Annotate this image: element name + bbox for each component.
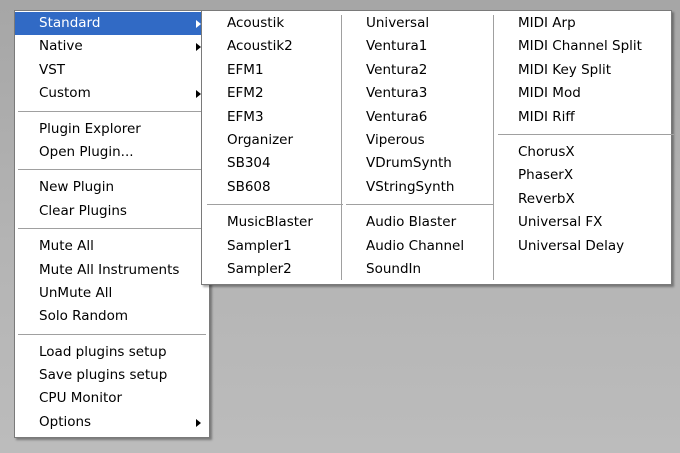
- menu-item-solo-random[interactable]: Solo Random: [15, 305, 209, 328]
- submenu-column-2: Universal Ventura1 Ventura2 Ventura3 Ventura…: [346, 12, 494, 281]
- menu-item-label: Standard: [39, 15, 101, 31]
- column-divider: [493, 15, 494, 280]
- menu-item-label: Options: [39, 413, 92, 430]
- menu-item-custom[interactable]: Custom: [15, 82, 209, 105]
- plugin-item-ventura1[interactable]: Ventura1: [366, 35, 488, 58]
- menu-item-label: UnMute All: [39, 284, 113, 301]
- menu-item-native[interactable]: Native: [15, 35, 209, 58]
- plugin-item-ventura2[interactable]: Ventura2: [366, 59, 488, 82]
- menu-item-standard[interactable]: Standard: [15, 12, 209, 36]
- plugin-item-audio-blaster[interactable]: Audio Blaster: [366, 211, 488, 234]
- plugin-item-midi-channel-split[interactable]: MIDI Channel Split: [518, 35, 668, 58]
- menu-item-clear-plugins[interactable]: Clear Plugins: [15, 200, 209, 223]
- menu-item-unmute-all[interactable]: UnMute All: [15, 282, 209, 305]
- menu-item-open-plugin[interactable]: Open Plugin...: [15, 141, 209, 164]
- menu-separator: [15, 164, 209, 176]
- menu-separator: [207, 199, 343, 211]
- plugin-item-ventura3[interactable]: Ventura3: [366, 82, 488, 105]
- menu-item-mute-all[interactable]: Mute All: [15, 235, 209, 258]
- menu-item-label: Open Plugin...: [39, 143, 134, 160]
- plugin-item-efm3[interactable]: EFM3: [227, 106, 337, 129]
- plugin-item-midi-riff[interactable]: MIDI Riff: [518, 106, 668, 129]
- menu-item-label: Plugin Explorer: [39, 120, 141, 137]
- plugin-item-ventura6[interactable]: Ventura6: [366, 106, 488, 129]
- plugin-item-sampler1[interactable]: Sampler1: [227, 235, 337, 258]
- standard-submenu: Acoustik Acoustik2 EFM1 EFM2 EFM3 Organizer SB…: [201, 10, 674, 285]
- menu-item-label: VST: [39, 61, 66, 78]
- menu-item-label: Native: [39, 38, 83, 55]
- menu-item-cpu-monitor[interactable]: CPU Monitor: [15, 387, 209, 410]
- menu-item-label: Solo Random: [39, 308, 129, 325]
- plugin-item-musicblaster[interactable]: MusicBlaster: [227, 211, 337, 234]
- plugin-item-vstringsynth[interactable]: VStringSynth: [366, 176, 488, 199]
- menu-item-mute-all-instruments[interactable]: Mute All Instruments: [15, 259, 209, 282]
- submenu-column-3: MIDI Arp MIDI Channel Split MIDI Key Split…: [498, 12, 674, 258]
- menu-item-label: Mute All Instruments: [39, 261, 180, 278]
- column-divider: [341, 15, 342, 280]
- menu-separator: [498, 129, 674, 141]
- plugin-item-universal[interactable]: Universal: [366, 12, 488, 35]
- plugin-item-universal-delay[interactable]: Universal Delay: [518, 235, 668, 258]
- menu-separator: [15, 223, 209, 235]
- menu-item-label: Custom: [39, 85, 91, 102]
- plugin-item-phaserx[interactable]: PhaserX: [518, 164, 668, 187]
- plugin-item-sb608[interactable]: SB608: [227, 176, 337, 199]
- plugin-item-efm1[interactable]: EFM1: [227, 59, 337, 82]
- plugin-item-chorusx[interactable]: ChorusX: [518, 141, 668, 164]
- menu-item-label: Save plugins setup: [39, 367, 168, 384]
- menu-item-plugin-explorer[interactable]: Plugin Explorer: [15, 118, 209, 141]
- menu-item-label: New Plugin: [39, 179, 115, 196]
- menu-item-save-plugins-setup[interactable]: Save plugins setup: [15, 364, 209, 387]
- submenu-column-1: Acoustik Acoustik2 EFM1 EFM2 EFM3 Organizer SB…: [207, 12, 343, 281]
- menu-item-vst[interactable]: VST: [15, 59, 209, 82]
- plugin-item-organizer[interactable]: Organizer: [227, 129, 337, 152]
- plugin-item-universal-fx[interactable]: Universal FX: [518, 211, 668, 234]
- plugin-item-viperous[interactable]: Viperous: [366, 129, 488, 152]
- menu-item-label: Mute All: [39, 238, 94, 255]
- menu-item-label: Load plugins setup: [39, 343, 167, 360]
- menu-separator: [15, 329, 209, 341]
- plugin-item-efm2[interactable]: EFM2: [227, 82, 337, 105]
- plugin-item-vdrumsynth[interactable]: VDrumSynth: [366, 152, 488, 175]
- menu-item-options[interactable]: Options: [15, 411, 209, 434]
- plugin-item-acoustik[interactable]: Acoustik: [227, 12, 337, 35]
- plugin-item-sb304[interactable]: SB304: [227, 152, 337, 175]
- menu-separator: [15, 106, 209, 118]
- plugins-context-menu: Standard Native VST Custom Plugin Explorer Op…: [14, 10, 210, 438]
- plugin-item-sampler2[interactable]: Sampler2: [227, 258, 337, 281]
- menu-item-label: Clear Plugins: [39, 202, 127, 219]
- menu-separator: [346, 199, 494, 211]
- submenu-arrow-icon: [196, 418, 201, 427]
- plugin-item-audio-channel[interactable]: Audio Channel: [366, 235, 488, 258]
- plugin-item-soundin[interactable]: SoundIn: [366, 258, 488, 281]
- plugin-item-midi-key-split[interactable]: MIDI Key Split: [518, 59, 668, 82]
- menu-item-new-plugin[interactable]: New Plugin: [15, 176, 209, 199]
- menu-item-load-plugins-setup[interactable]: Load plugins setup: [15, 341, 209, 364]
- plugin-item-reverbx[interactable]: ReverbX: [518, 188, 668, 211]
- plugin-item-midi-mod[interactable]: MIDI Mod: [518, 82, 668, 105]
- plugin-item-acoustik2[interactable]: Acoustik2: [227, 35, 337, 58]
- menu-item-label: CPU Monitor: [39, 390, 123, 407]
- plugin-item-midi-arp[interactable]: MIDI Arp: [518, 12, 668, 35]
